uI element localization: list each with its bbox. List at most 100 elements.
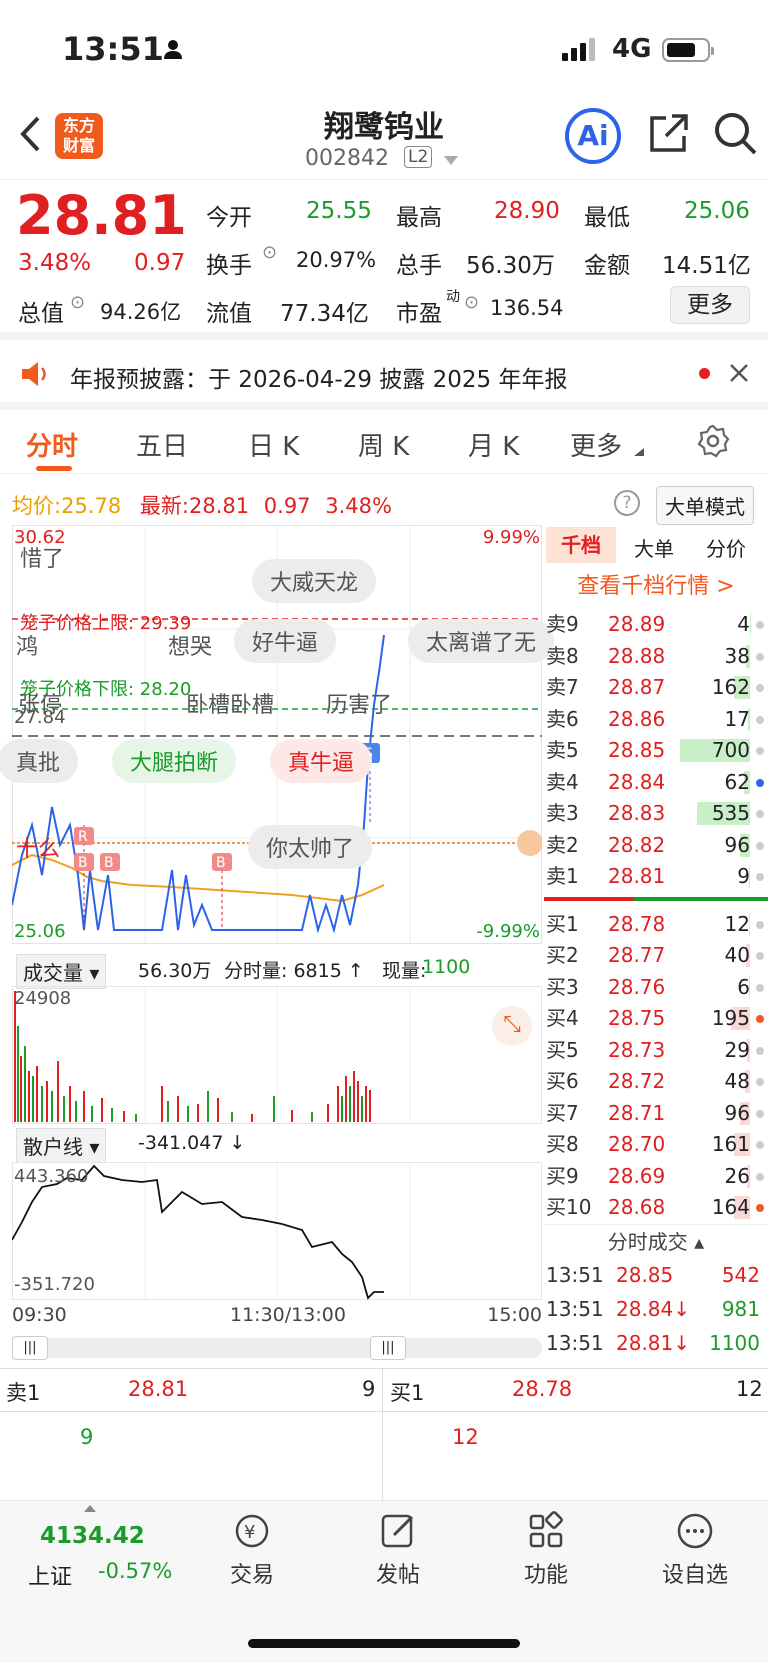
ask-row[interactable]: 卖9 28.89 4 (544, 609, 768, 641)
bid-level-label: 买10 (546, 1195, 592, 1219)
info-icon[interactable]: ⊙ (464, 292, 479, 313)
tab-intraday[interactable]: 分时 (26, 426, 78, 463)
tab-monthly-k[interactable]: 月 K (468, 426, 519, 463)
ask-row[interactable]: 卖1 28.81 9 (544, 861, 768, 893)
expand-up-icon[interactable] (84, 1505, 96, 1512)
nav-post-label: 发帖 (375, 1563, 420, 1588)
orderbook-tabs: 千档 大单 分价 (544, 525, 768, 565)
danmaku-item: 真牛逼 (270, 739, 373, 783)
volume-bars-svg (12, 986, 542, 1124)
info-icon[interactable]: ⊙ (70, 292, 85, 313)
status-dot (756, 1109, 764, 1118)
bid-price: 28.71 (608, 1100, 666, 1125)
chevron-down-icon[interactable] (444, 156, 458, 166)
bid-row[interactable]: 买8 28.70 161 (544, 1129, 768, 1161)
expand-icon[interactable]: ⤡ (492, 1006, 532, 1046)
home-indicator[interactable] (248, 1639, 520, 1648)
time-range-slider[interactable]: ||| ||| (12, 1336, 542, 1360)
nav-trade-label: 交易 (229, 1563, 274, 1588)
more-button[interactable]: 更多 (670, 286, 750, 324)
bid-row[interactable]: 买6 28.72 48 (544, 1066, 768, 1098)
ai-button[interactable]: Ai (565, 108, 621, 164)
danmaku-item: 真批 (0, 739, 79, 783)
tick-trades-header[interactable]: 分时成交 ▴ (544, 1223, 768, 1258)
level1-strip: 卖1 28.81 9 买1 28.78 12 9 12 (0, 1368, 768, 1517)
tab-big-orders[interactable]: 大单 (634, 533, 674, 562)
ask-level-label: 卖2 (546, 832, 579, 857)
nav-functions[interactable]: 功能 (516, 1511, 576, 1589)
time-label: 09:30 (12, 1304, 67, 1326)
ask-price: 28.86 (608, 706, 666, 731)
level-badge[interactable]: L2 (404, 146, 433, 168)
nav-post[interactable]: 发帖 (368, 1511, 428, 1589)
index-value[interactable]: 4134.42 (40, 1523, 145, 1549)
search-icon[interactable] (712, 110, 758, 156)
intraday-chart[interactable]: R B B B S 30.62 9.99% 笼子价格上限: 29.39 笼子价格… (0, 525, 555, 945)
bid-row[interactable]: 买2 28.77 40 (544, 940, 768, 972)
ask1-label: 卖1 (6, 1381, 41, 1405)
bid-row[interactable]: 买9 28.69 26 (544, 1161, 768, 1193)
ask-row[interactable]: 卖2 28.82 96 (544, 830, 768, 862)
close-icon[interactable] (730, 364, 748, 382)
bid-row[interactable]: 买7 28.71 96 (544, 1098, 768, 1130)
help-icon[interactable]: ? (614, 490, 640, 516)
nav-trade[interactable]: ¥ 交易 (222, 1511, 282, 1589)
bid1-price: 28.78 (512, 1377, 573, 1401)
status-dot (756, 1015, 764, 1023)
index-name[interactable]: 上证 (28, 1559, 72, 1591)
indicator-selector[interactable]: 散户线 ▾ (16, 1128, 107, 1163)
svg-text:B: B (78, 855, 88, 871)
indicator-selector-label: 散户线 (23, 1135, 83, 1159)
tab-weekly-k[interactable]: 周 K (358, 426, 409, 463)
bid-row[interactable]: 买1 28.78 12 (544, 909, 768, 941)
tick-price: 28.84↓ (616, 1296, 691, 1321)
ask-level-label: 卖1 (546, 864, 579, 888)
ask-row[interactable]: 卖4 28.84 62 (544, 767, 768, 799)
settings-icon[interactable] (696, 424, 730, 458)
float-value: 77.34亿 (280, 301, 369, 327)
retail-min-label: -351.720 (14, 1274, 95, 1295)
tab-more[interactable]: 更多 (570, 426, 622, 463)
svg-text:B: B (216, 855, 226, 871)
nav-add-watchlist[interactable]: 设自选 (656, 1511, 734, 1589)
bid-price: 28.72 (608, 1069, 666, 1093)
ask-row[interactable]: 卖8 28.88 38 (544, 641, 768, 673)
status-dot (756, 841, 764, 850)
latest-change: 0.97 (263, 494, 311, 518)
bid-row[interactable]: 买4 28.75 195 (544, 1003, 768, 1035)
danmaku-item: 大威天龙 (252, 559, 377, 603)
big-order-mode-button[interactable]: 大单模式 (656, 486, 754, 525)
bid-row[interactable]: 买5 28.73 29 (544, 1035, 768, 1067)
tick-time: 13:51 (546, 1262, 604, 1287)
bid-volume: 26 (724, 1163, 750, 1188)
bid-price: 28.68 (608, 1195, 666, 1219)
ask-row[interactable]: 卖7 28.87 162 (544, 672, 768, 704)
volume-selector[interactable]: 成交量 ▾ (16, 954, 107, 989)
index-change[interactable]: -0.57% (98, 1559, 172, 1583)
order-book: 千档 大单 分价 查看千档行情 > 卖9 28.89 4 卖8 28.88 38 卖7 28.… (544, 525, 768, 1360)
view-levels-link[interactable]: 查看千档行情 > (544, 565, 768, 609)
info-icon[interactable]: ⊙ (262, 242, 277, 263)
bid1-queue: 12 (452, 1425, 479, 1449)
bid-price: 28.69 (608, 1163, 666, 1188)
retail-value: -341.047 ↓ (138, 1132, 246, 1154)
bid-row[interactable]: 买10 28.68 164 (544, 1192, 768, 1224)
svg-text:R: R (78, 829, 88, 845)
bid-row[interactable]: 买3 28.76 6 (544, 972, 768, 1004)
chart-tabs: 分时 五日 日 K 周 K 月 K 更多 (0, 412, 768, 474)
ask-row[interactable]: 卖6 28.86 17 (544, 704, 768, 736)
slider-handle-right[interactable]: ||| (370, 1336, 406, 1360)
ask-row[interactable]: 卖3 28.83 535 (544, 798, 768, 830)
ask-volume: 700 (711, 738, 750, 762)
tab-daily-k[interactable]: 日 K (248, 426, 299, 463)
announcement-bar[interactable]: 年报预披露：于 2026-04-29 披露 2025 年年报 (0, 342, 768, 410)
ask-row[interactable]: 卖5 28.85 700 (544, 735, 768, 767)
current-price: 28.81 (16, 184, 187, 247)
ask-volume: 9 (737, 864, 750, 888)
tick-volume: 分时量: 6815 ↑ (224, 960, 364, 982)
tab-price-distribution[interactable]: 分价 (706, 533, 746, 562)
tab-five-day[interactable]: 五日 (136, 426, 188, 463)
slider-handle-left[interactable]: ||| (12, 1336, 48, 1360)
share-icon[interactable] (648, 112, 690, 154)
tab-thousand-levels[interactable]: 千档 (546, 527, 616, 563)
